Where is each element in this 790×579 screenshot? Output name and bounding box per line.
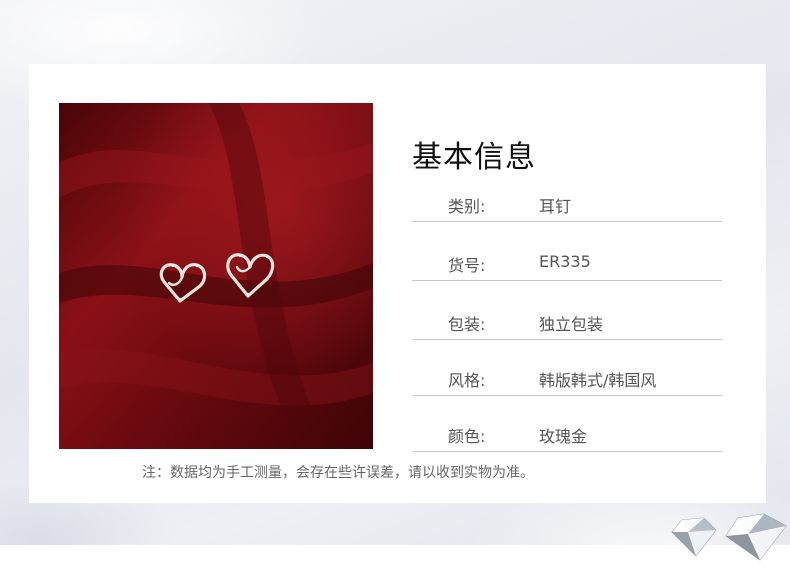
row-label: 类别:	[448, 197, 486, 216]
row-value: 耳钉	[539, 197, 572, 216]
info-card: 基本信息 类别: 耳钉 货号: ER335 包装: 独立包装 风格: 韩版韩式/…	[29, 64, 766, 503]
info-row-item-number: 货号: ER335	[412, 250, 722, 281]
row-label: 货号:	[448, 256, 486, 275]
row-value: 独立包装	[539, 315, 604, 334]
row-label: 风格:	[448, 371, 486, 390]
row-label: 包装:	[448, 315, 486, 334]
diamond-icon	[668, 510, 790, 565]
info-row-category: 类别: 耳钉	[412, 191, 722, 222]
info-row-style: 风格: 韩版韩式/韩国风	[412, 365, 722, 396]
row-value: ER335	[539, 252, 591, 271]
row-value: 玫瑰金	[539, 427, 588, 446]
row-value: 韩版韩式/韩国风	[539, 371, 657, 390]
info-row-color: 颜色: 玫瑰金	[412, 421, 722, 452]
section-title: 基本信息	[412, 140, 536, 175]
measurement-note: 注：数据均为手工测量，会存在些许误差，请以收到实物为准。	[142, 465, 534, 481]
info-row-packaging: 包装: 独立包装	[412, 309, 722, 340]
product-photo	[59, 103, 373, 449]
row-label: 颜色:	[448, 427, 486, 446]
